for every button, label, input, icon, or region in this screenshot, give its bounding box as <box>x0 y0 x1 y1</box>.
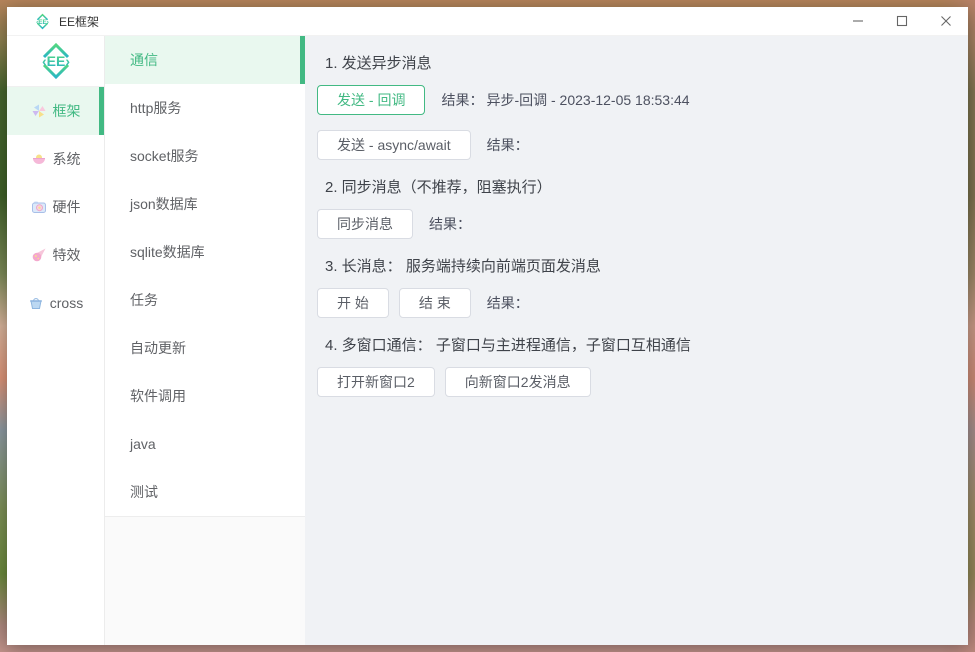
menu-item-software-call[interactable]: 软件调用 <box>105 372 305 420</box>
menu-item-label: 自动更新 <box>130 340 186 356</box>
pinwheel-icon <box>32 104 45 118</box>
close-button[interactable] <box>924 7 968 35</box>
menu-item-label: 通信 <box>130 52 158 68</box>
maximize-icon <box>896 15 908 27</box>
menu-item-label: socket服务 <box>130 148 199 164</box>
window-title: EE框架 <box>59 14 100 29</box>
send-to-window2-button[interactable]: 向新窗口2发消息 <box>444 367 591 397</box>
menu-item-label: json数据库 <box>130 196 198 212</box>
sidebar-item-label: 框架 <box>52 103 81 119</box>
sidebar-item-system[interactable]: 系统 <box>7 135 104 183</box>
camera-icon <box>31 201 46 213</box>
sync-message-button[interactable]: 同步消息 <box>317 209 413 239</box>
window-body: ‹EE› 框架 系统 硬件 特效 cross 通信 http服务 socket服… <box>7 36 968 645</box>
sidebar-item-label: 系统 <box>52 151 81 167</box>
button-row: 开 始 结 束 结果： <box>317 288 948 318</box>
menu-item-sqlite-database[interactable]: sqlite数据库 <box>105 228 305 276</box>
start-button[interactable]: 开 始 <box>317 288 389 318</box>
result-text: 结果： <box>487 135 532 155</box>
menu-item-json-database[interactable]: json数据库 <box>105 180 305 228</box>
active-indicator-bar <box>300 36 305 84</box>
section-sync-message: 2. 同步消息（不推荐，阻塞执行） 同步消息 结果： <box>317 176 948 239</box>
bowl-icon <box>32 154 45 164</box>
sidebar-item-framework[interactable]: 框架 <box>7 87 104 135</box>
menu-item-label: http服务 <box>130 100 182 116</box>
section-long-message: 3. 长消息： 服务端持续向前端页面发消息 开 始 结 束 结果： <box>317 255 948 318</box>
send-callback-button[interactable]: 发送 - 回调 <box>317 85 426 115</box>
app-logo-icon: ‹EE› <box>36 13 49 29</box>
ee-logo-icon: ‹EE› <box>42 42 70 80</box>
stop-button[interactable]: 结 束 <box>398 288 471 318</box>
result-text: 结果： <box>487 293 532 313</box>
menu-item-socket-service[interactable]: socket服务 <box>105 132 305 180</box>
maximize-button[interactable] <box>880 7 924 35</box>
basket-icon <box>29 298 42 309</box>
menu-item-label: 测试 <box>130 484 158 500</box>
window-controls <box>836 7 968 35</box>
section-multi-window: 4. 多窗口通信： 子窗口与主进程通信，子窗口互相通信 打开新窗口2 向新窗口2… <box>317 334 948 397</box>
section-heading: 3. 长消息： 服务端持续向前端页面发消息 <box>325 258 601 275</box>
app-window: ‹EE› EE框架 ‹EE› 框架 系统 硬件 特效 cross 通信 http… <box>7 7 968 645</box>
send-async-await-button[interactable]: 发送 - async/await <box>317 130 471 160</box>
menu-item-communication[interactable]: 通信 <box>105 36 305 84</box>
result-label: 结果： <box>441 92 484 108</box>
open-window2-button[interactable]: 打开新窗口2 <box>317 367 435 397</box>
menu-item-java[interactable]: java <box>105 420 305 468</box>
result-label: 结果： <box>486 295 529 311</box>
menu-item-test[interactable]: 测试 <box>105 468 305 516</box>
minimize-button[interactable] <box>836 7 880 35</box>
sidebar-secondary: 通信 http服务 socket服务 json数据库 sqlite数据库 任务 <box>105 36 305 645</box>
menu-item-jobs[interactable]: 任务 <box>105 276 305 324</box>
sidebar-primary: ‹EE› 框架 系统 硬件 特效 cross <box>7 36 105 645</box>
menu-item-auto-update[interactable]: 自动更新 <box>105 324 305 372</box>
section-async-message: 1. 发送异步消息 发送 - 回调 结果： 异步-回调 - 2023-12-05 … <box>317 52 948 160</box>
sidebar-item-cross[interactable]: cross <box>7 279 104 327</box>
titlebar-logo-text: ‹EE› <box>36 18 49 25</box>
main-content: 1. 发送异步消息 发送 - 回调 结果： 异步-回调 - 2023-12-05 … <box>305 36 968 645</box>
result-text: 结果： <box>429 214 474 234</box>
minimize-icon <box>853 20 863 22</box>
result-value: 异步-回调 - 2023-12-05 18:53:44 <box>486 92 690 108</box>
secondary-menu: 通信 http服务 socket服务 json数据库 sqlite数据库 任务 <box>105 36 305 517</box>
sidebar-item-label: cross <box>49 295 84 311</box>
button-row: 同步消息 结果： <box>317 209 948 239</box>
sidebar-item-hardware[interactable]: 硬件 <box>7 183 104 231</box>
result-label: 结果： <box>429 216 471 232</box>
section-heading: 1. 发送异步消息 <box>325 55 432 72</box>
section-heading: 4. 多窗口通信： 子窗口与主进程通信，子窗口互相通信 <box>325 337 691 354</box>
menu-item-http-service[interactable]: http服务 <box>105 84 305 132</box>
button-row: 发送 - 回调 结果： 异步-回调 - 2023-12-05 18:53:44 <box>317 85 948 115</box>
sidebar-item-label: 硬件 <box>52 199 81 215</box>
result-text: 结果： 异步-回调 - 2023-12-05 18:53:44 <box>441 90 689 110</box>
sidebar-item-effects[interactable]: 特效 <box>7 231 104 279</box>
active-indicator-bar <box>99 87 104 135</box>
menu-item-label: sqlite数据库 <box>130 244 205 260</box>
titlebar: ‹EE› EE框架 <box>7 7 968 36</box>
result-label: 结果： <box>486 137 529 153</box>
menu-item-label: 软件调用 <box>130 388 186 404</box>
button-row: 发送 - async/await 结果： <box>317 130 948 160</box>
sidebar-secondary-filler <box>105 517 305 645</box>
ee-logo-text: ‹EE› <box>42 53 70 69</box>
sidebar-item-label: 特效 <box>52 247 81 263</box>
button-row: 打开新窗口2 向新窗口2发消息 <box>317 367 948 397</box>
close-icon <box>941 16 951 26</box>
logo-block: ‹EE› <box>7 36 104 87</box>
menu-item-label: 任务 <box>130 292 158 308</box>
comet-icon <box>32 248 45 262</box>
section-heading: 2. 同步消息（不推荐，阻塞执行） <box>325 179 552 196</box>
menu-item-label: java <box>130 436 156 452</box>
